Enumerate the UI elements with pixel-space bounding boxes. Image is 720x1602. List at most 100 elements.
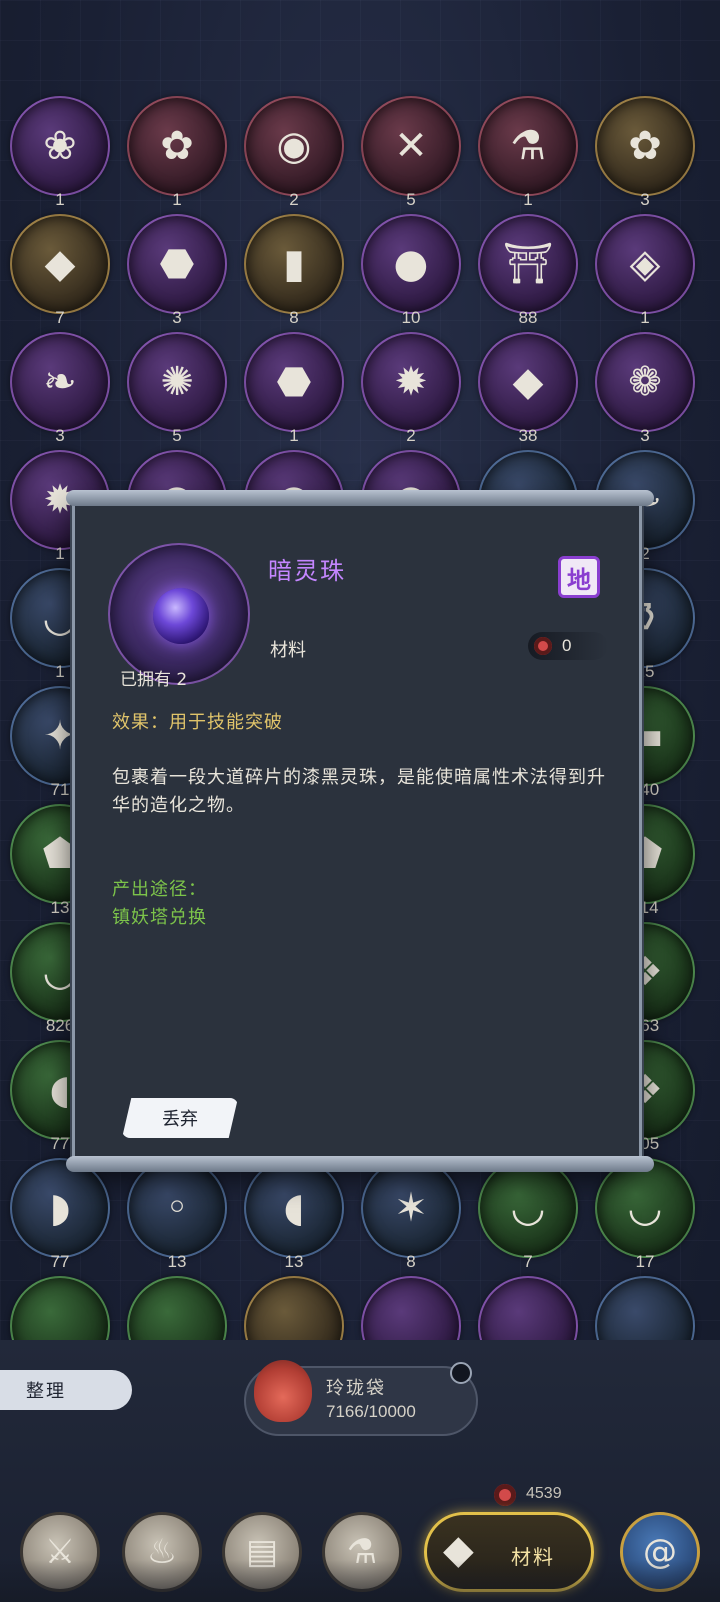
item-count: 1 <box>289 426 299 445</box>
orb-icon <box>246 1278 342 1340</box>
gold-value: 4539 <box>526 1485 562 1502</box>
modal-top-frame <box>66 490 654 506</box>
item-orb: ✺ <box>127 332 227 432</box>
fire-orb-icon: ✹ <box>394 359 428 405</box>
item-orb: ⛩ <box>478 214 578 314</box>
item-name: 暗灵珠 <box>268 557 346 585</box>
item-orb: ⬣ <box>244 332 344 432</box>
item-orb: ◗ <box>10 1158 110 1258</box>
orb-icon <box>597 1278 693 1340</box>
item-count: 13 <box>167 1252 187 1271</box>
source-label: 产出途径： <box>112 879 207 900</box>
item-orb: ✿ <box>595 96 695 196</box>
inventory-slot[interactable]: ◆ 38 <box>472 326 584 445</box>
coin-icon <box>494 1484 516 1506</box>
inventory-slot[interactable]: ✹ 2 <box>355 326 467 445</box>
item-effect: 效果：用于技能突破 <box>112 712 283 733</box>
item-orb <box>244 1276 344 1340</box>
item-orb: ⚗ <box>478 96 578 196</box>
item-count: 8 <box>406 1252 416 1271</box>
inventory-slot[interactable]: ⛩ 88 <box>472 208 584 327</box>
item-orb: ◆ <box>10 214 110 314</box>
bag-capacity: 7166/10000 <box>326 1402 416 1421</box>
bag-icon <box>254 1360 312 1422</box>
owned-count: 已拥有 2 <box>120 670 188 690</box>
item-orb: ◡ <box>478 1158 578 1258</box>
item-orb <box>595 1276 695 1340</box>
modal-bottom-frame <box>66 1156 654 1172</box>
currency-value: 0 <box>562 636 572 655</box>
item-orb: ◈ <box>595 214 695 314</box>
eggs-icon: ◦ <box>165 1185 189 1231</box>
item-count: 3 <box>640 426 650 445</box>
bone-icon: ✕ <box>394 123 428 169</box>
cinnabar-bowl-icon: ◡ <box>510 1185 546 1231</box>
inventory-slot[interactable]: ⬣ 1 <box>238 326 350 445</box>
item-count: 88 <box>518 308 538 327</box>
sort-button[interactable]: 整理 <box>0 1370 132 1410</box>
item-orb <box>10 1276 110 1340</box>
item-count: 17 <box>635 1252 655 1271</box>
item-orb <box>108 543 250 685</box>
item-orb: ▮ <box>244 214 344 314</box>
item-count: 8 <box>289 308 299 327</box>
inventory-slot[interactable]: ⚗ 1 <box>472 90 584 209</box>
inventory-slot[interactable] <box>238 1270 350 1340</box>
discard-button[interactable]: 丢弃 <box>122 1098 238 1138</box>
item-count: 3 <box>172 308 182 327</box>
source-value[interactable]: 镇妖塔兑换 <box>112 903 207 929</box>
orb-icon <box>12 1278 108 1340</box>
inventory-slot[interactable]: ✿ 1 <box>121 90 233 209</box>
item-orb: ◖ <box>244 1158 344 1258</box>
beetle-icon: ✺ <box>160 359 194 405</box>
inventory-slot[interactable]: ✺ 5 <box>121 326 233 445</box>
inventory-slot[interactable]: ◆ 7 <box>4 208 116 327</box>
pagoda-icon: ⛩ <box>502 241 554 287</box>
item-orb: ❀ <box>10 96 110 196</box>
item-orb: ❁ <box>595 332 695 432</box>
item-count: 1 <box>55 190 65 209</box>
orb-icon <box>480 1278 576 1340</box>
inventory-slot[interactable]: ◉ 2 <box>238 90 350 209</box>
inventory-slot[interactable]: ⬣ 3 <box>121 208 233 327</box>
inventory-slot[interactable]: ◈ 1 <box>589 208 701 327</box>
item-orb: ⬣ <box>127 214 227 314</box>
item-count: 2 <box>406 426 416 445</box>
item-count: 1 <box>523 190 533 209</box>
item-orb <box>127 1276 227 1340</box>
item-count: 5 <box>406 190 416 209</box>
inventory-slot[interactable]: ✿ 3 <box>589 90 701 209</box>
inventory-slot[interactable] <box>589 1270 701 1340</box>
inventory-slot[interactable] <box>472 1270 584 1340</box>
lily-icon: ✿ <box>160 123 194 169</box>
inventory-slot[interactable]: ❁ 3 <box>589 326 701 445</box>
item-orb <box>361 1276 461 1340</box>
item-count: 2 <box>289 190 299 209</box>
item-orb: ◦ <box>127 1158 227 1258</box>
orb-icon <box>129 1278 225 1340</box>
item-count: 38 <box>518 426 538 445</box>
scroll-icon: ▮ <box>282 241 305 287</box>
inventory-slot[interactable]: ❧ 3 <box>4 326 116 445</box>
bag-title: 玲珑袋 <box>326 1378 386 1399</box>
tiger-pelt-icon: ✶ <box>394 1185 428 1231</box>
crystal-icon: ◆ <box>512 359 544 405</box>
lotus-icon: ❀ <box>43 123 77 169</box>
inventory-slot[interactable] <box>121 1270 233 1340</box>
item-orb: ✿ <box>127 96 227 196</box>
item-count: 10 <box>401 308 421 327</box>
item-count: 3 <box>55 426 65 445</box>
ore-icon: ⬣ <box>159 241 195 287</box>
inventory-slot[interactable] <box>4 1270 116 1340</box>
gold-pearl-icon: ● <box>393 241 429 287</box>
inventory-slot[interactable]: ✕ 5 <box>355 90 467 209</box>
inventory-slot[interactable]: ● 10 <box>355 208 467 327</box>
item-orb: ● <box>361 214 461 314</box>
item-count: 5 <box>172 426 182 445</box>
inventory-slot[interactable]: ❀ 1 <box>4 90 116 209</box>
inventory-slot[interactable] <box>355 1270 467 1340</box>
ore-icon: ⬣ <box>276 359 312 405</box>
inventory-slot[interactable]: ▮ 8 <box>238 208 350 327</box>
item-description: 包裹着一段大道碎片的漆黑灵珠，是能使暗属性术法得到升华的造化之物。 <box>112 767 606 816</box>
refresh-icon[interactable] <box>450 1362 472 1384</box>
